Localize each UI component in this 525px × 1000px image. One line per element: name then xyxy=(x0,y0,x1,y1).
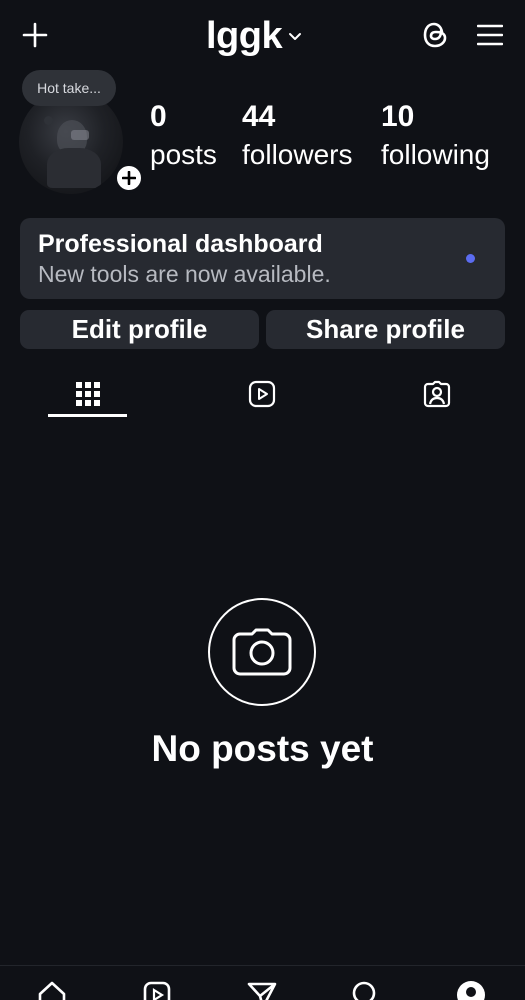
reels-icon xyxy=(143,981,171,1000)
note-bubble-tail xyxy=(44,116,53,125)
profile-icon xyxy=(457,981,485,1000)
followers-count: 44 xyxy=(242,100,276,133)
search-icon xyxy=(352,981,376,1000)
username: lggk xyxy=(206,15,283,57)
camera-icon xyxy=(232,628,292,676)
empty-state-icon xyxy=(208,598,316,706)
professional-dashboard-card[interactable]: Professional dashboard New tools are now… xyxy=(20,218,505,299)
dashboard-subtitle: New tools are now available. xyxy=(38,261,331,287)
threads-button[interactable] xyxy=(418,17,454,53)
grid-icon xyxy=(75,382,100,406)
note-text: Hot take... xyxy=(37,80,101,96)
send-icon xyxy=(247,982,277,1000)
following-label: following xyxy=(381,139,490,170)
new-indicator-dot xyxy=(466,254,475,263)
bottom-nav xyxy=(0,965,525,1000)
tab-reels[interactable] xyxy=(222,370,301,418)
nav-search[interactable] xyxy=(349,980,383,1000)
plus-icon xyxy=(22,22,48,48)
empty-state-text: No posts yet xyxy=(151,728,374,769)
nav-profile[interactable] xyxy=(454,980,488,1000)
add-story-button[interactable] xyxy=(114,163,144,193)
edit-profile-button[interactable]: Edit profile xyxy=(20,310,259,349)
followers-stat[interactable]: 44 followers xyxy=(242,100,352,172)
following-stat[interactable]: 10 following xyxy=(381,100,490,172)
home-icon xyxy=(38,981,66,1000)
nav-direct[interactable] xyxy=(245,980,279,1000)
posts-label: posts xyxy=(150,139,217,170)
posts-count: 0 xyxy=(150,100,167,133)
tagged-icon xyxy=(423,380,450,408)
threads-icon xyxy=(423,22,447,48)
followers-label: followers xyxy=(242,139,353,170)
create-button[interactable] xyxy=(18,18,52,52)
following-count: 10 xyxy=(381,100,415,133)
hamburger-icon xyxy=(477,24,503,46)
tab-tagged[interactable] xyxy=(397,370,476,418)
nav-reels[interactable] xyxy=(140,980,174,1000)
nav-home[interactable] xyxy=(35,980,69,1000)
menu-button[interactable] xyxy=(472,18,508,52)
plus-icon xyxy=(122,171,136,185)
chevron-down-icon xyxy=(289,33,302,40)
posts-stat: 0 posts xyxy=(150,100,217,172)
dashboard-title: Professional dashboard xyxy=(38,230,323,258)
account-switcher[interactable]: lggk xyxy=(206,14,302,58)
top-bar: lggk xyxy=(0,0,525,70)
tab-posts-grid[interactable] xyxy=(48,370,127,418)
share-profile-button[interactable]: Share profile xyxy=(266,310,505,349)
active-tab-indicator xyxy=(48,414,127,417)
note-bubble[interactable]: Hot take... xyxy=(22,70,116,106)
reels-icon xyxy=(248,380,275,408)
